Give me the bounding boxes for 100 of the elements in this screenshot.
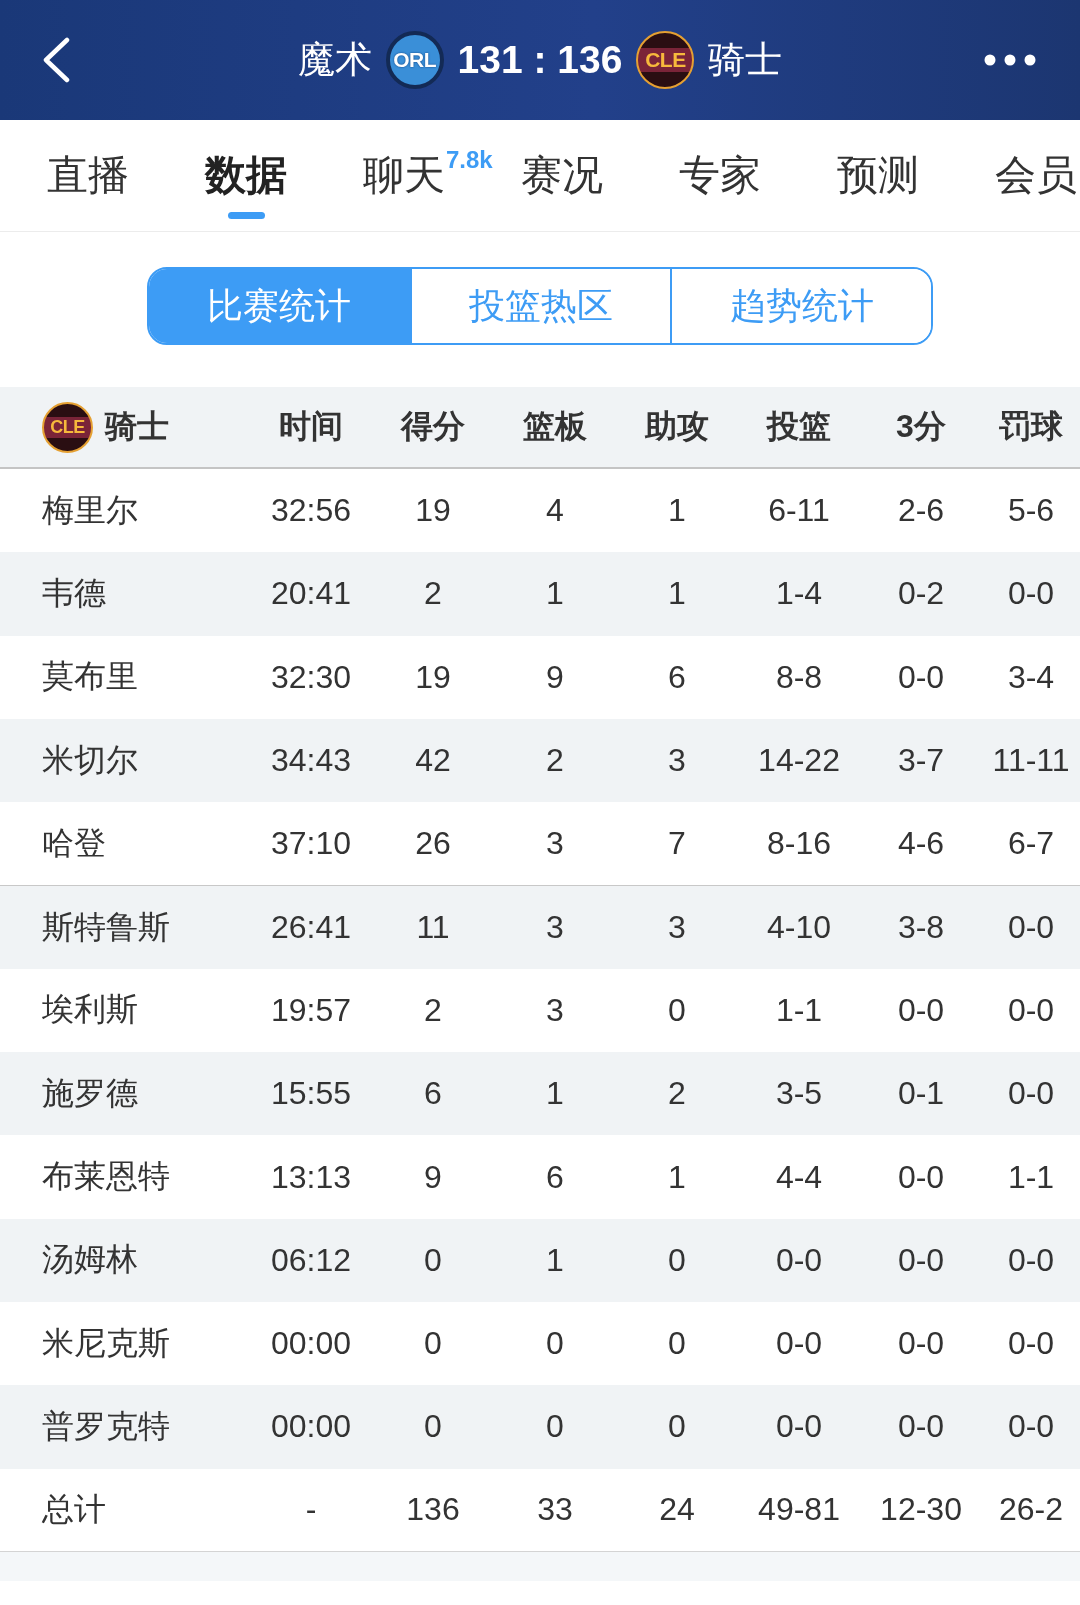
stat-cell-text: 3-7 [896, 742, 946, 780]
stat-cell-text: 26-2 [997, 1491, 1064, 1529]
stat-cell-text: 00:00 [269, 1408, 353, 1446]
stat-cell-text: 0 [423, 1325, 443, 1363]
player-name: 施罗德 [41, 1073, 139, 1113]
stat-cell-text: 13:13 [269, 1158, 353, 1196]
stat-cell-text: 6 [667, 658, 687, 696]
stat-cell-text: 3 [545, 909, 565, 947]
stat-cell-text: 0-0 [1006, 1325, 1056, 1363]
stat-cell-text: 12-30 [879, 1491, 963, 1529]
stat-cell-text: 4 [545, 492, 565, 530]
total-label: 总计 [41, 1489, 107, 1529]
tab[interactable]: 预测 [837, 120, 919, 231]
home-team-name: 魔术 [297, 38, 372, 82]
stat-cell-text: 11 [415, 909, 451, 947]
stat-cell-text: 0-0 [896, 1158, 946, 1196]
stat-cell-text: 9 [545, 658, 565, 696]
stat-cell-text: 37:10 [269, 825, 353, 863]
stat-cell-text: 19 [414, 492, 452, 530]
chat-count-label: 7.8k [446, 145, 493, 174]
player-name: 哈登 [41, 823, 107, 863]
stat-cell-text: 42 [414, 742, 452, 780]
stat-cell-text: 1 [545, 1075, 565, 1113]
stat-cell-text: 0 [545, 1325, 565, 1363]
stat-cell-text: 0 [423, 1408, 443, 1446]
stat-cell-text: 34:43 [269, 742, 353, 780]
stat-cell-text: 14-22 [757, 742, 841, 780]
tab[interactable]: 赛况 [521, 120, 603, 231]
column-header: 3分 [895, 407, 947, 446]
team-logo: CLE [636, 31, 695, 89]
stat-cell-text: 1-1 [774, 991, 824, 1029]
stat-cell-text: 5-6 [1006, 492, 1056, 530]
player-name: 梅里尔 [41, 490, 139, 530]
player-name: 埃利斯 [41, 990, 139, 1030]
stat-cell-text: 0-0 [1006, 1241, 1056, 1279]
stat-cell-text: 0-0 [1006, 575, 1056, 613]
stat-cell-text: 1 [667, 575, 687, 613]
tab[interactable]: 数据 [205, 120, 287, 231]
stat-cell-text: 1 [545, 1241, 565, 1279]
back-icon[interactable] [41, 37, 70, 83]
player-name: 布莱恩特 [41, 1157, 171, 1196]
stat-cell-text: 0-0 [896, 991, 946, 1029]
stat-cell-text: 2 [423, 991, 443, 1029]
stat-cell-text: 3 [545, 991, 565, 1029]
stat-cell-text: 4-4 [774, 1158, 824, 1196]
stat-cell-text: 0-0 [896, 1241, 946, 1279]
stat-cell-text: 19:57 [269, 991, 353, 1029]
stat-cell-text: 2 [423, 575, 443, 613]
stat-cell-text: 6-11 [767, 492, 831, 530]
stat-cell-text: 0 [667, 1241, 687, 1279]
stat-cell-text: 2-6 [896, 492, 946, 530]
stat-cell-text: 0 [667, 1325, 687, 1363]
column-header: 投篮 [765, 407, 832, 446]
column-header: 罚球 [998, 407, 1064, 446]
stat-cell-text: 0-1 [896, 1075, 946, 1113]
stat-cell-text: 32:56 [269, 492, 353, 530]
stat-cell-text: - [304, 1491, 318, 1529]
player-name: 米切尔 [41, 740, 139, 780]
stat-cell-text: 0-0 [1006, 909, 1056, 947]
team-logo: CLE [42, 401, 93, 453]
player-name: 普罗克特 [41, 1406, 171, 1446]
stat-cell-text: 0 [667, 991, 687, 1029]
team-name: 骑士 [105, 407, 169, 446]
player-name: 汤姆林 [41, 1240, 139, 1280]
stat-cell-text: 2 [667, 1075, 687, 1113]
stat-cell-text: 4-6 [896, 825, 946, 863]
tab[interactable]: 直播 [47, 120, 129, 231]
stat-cell-text: 3 [667, 909, 687, 947]
score: 131 : 136 [457, 38, 623, 82]
stat-cell-text: 00:00 [269, 1325, 353, 1363]
stat-cell-text: 4-10 [765, 909, 832, 947]
stat-cell-text: 8-8 [774, 658, 824, 696]
stat-cell-text: 1-1 [1006, 1158, 1056, 1196]
tab[interactable]: 专家 [679, 120, 761, 231]
stat-cell-text: 0-0 [896, 1325, 946, 1363]
stat-cell-text: 0-0 [1006, 1075, 1056, 1113]
stat-cell-text: 6 [545, 1158, 565, 1196]
stat-cell-text: 0-0 [896, 658, 946, 696]
tab[interactable]: 会员 [995, 120, 1077, 231]
stat-cell-text: 3-8 [896, 909, 946, 947]
stat-cell-text: 6-7 [1006, 825, 1056, 863]
stat-cell-text: 3-5 [774, 1075, 824, 1113]
stat-cell-text: 9 [423, 1158, 443, 1196]
stat-cell-text: 15:55 [269, 1075, 353, 1113]
player-name: 韦德 [41, 573, 107, 613]
stat-cell-text: 0-0 [1006, 1408, 1056, 1446]
stat-cell-text: 26:41 [269, 909, 353, 947]
stat-cell-text: 0-0 [1006, 991, 1056, 1029]
column-header: 得分 [399, 407, 466, 446]
stat-cell-text: 20:41 [269, 575, 353, 613]
stat-cell-text: 1-4 [774, 575, 824, 613]
player-name: 斯特鲁斯 [41, 907, 171, 947]
player-name: 米尼克斯 [41, 1323, 171, 1363]
stat-cell-text: 0-0 [774, 1241, 824, 1279]
stat-cell-text: 0 [423, 1241, 443, 1279]
stat-cell-text: 24 [658, 1491, 696, 1529]
column-header: 时间 [278, 407, 344, 446]
stat-cell-text: 0 [545, 1408, 565, 1446]
more-icon[interactable] [984, 54, 1036, 66]
stat-cell-text: 0 [667, 1408, 687, 1446]
